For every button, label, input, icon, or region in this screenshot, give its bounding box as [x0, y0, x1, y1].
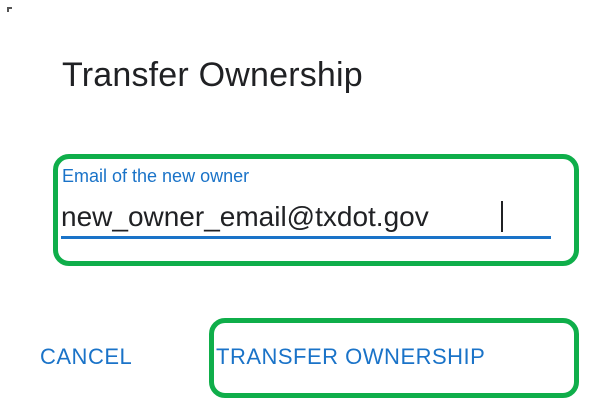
dialog-actions: CANCEL TRANSFER OWNERSHIP: [0, 318, 595, 398]
cancel-button[interactable]: CANCEL: [40, 344, 132, 370]
corner-mark-icon: [7, 7, 12, 12]
transfer-ownership-button[interactable]: TRANSFER OWNERSHIP: [216, 344, 485, 370]
email-field[interactable]: [61, 197, 551, 239]
email-field-group: Email of the new owner: [53, 154, 579, 266]
dialog-title: Transfer Ownership: [62, 56, 363, 94]
text-caret: [501, 201, 503, 232]
email-field-label: Email of the new owner: [62, 166, 250, 186]
